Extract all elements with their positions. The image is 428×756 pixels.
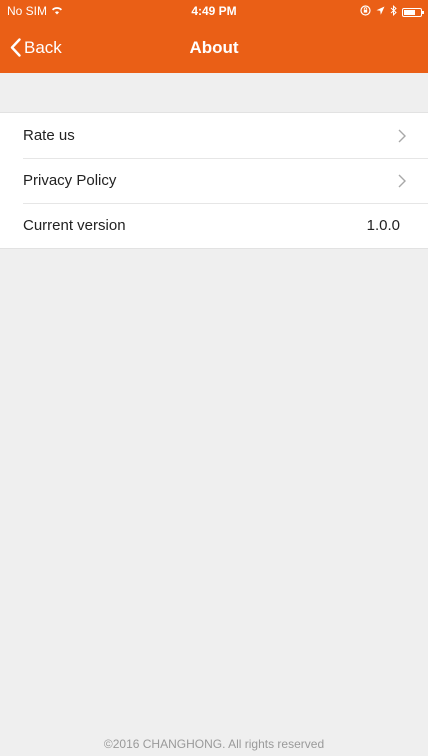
- page-title: About: [189, 38, 239, 57]
- current-version-label: Current version: [23, 217, 126, 234]
- nav-bar: Back About: [0, 22, 428, 73]
- privacy-policy-label: Privacy Policy: [23, 172, 117, 189]
- battery-icon: [402, 7, 424, 17]
- status-bar: No SIM 4:49 PM: [0, 0, 428, 22]
- rate-us-label: Rate us: [23, 127, 75, 144]
- rate-us-row[interactable]: Rate us: [0, 113, 428, 158]
- version-value: 1.0.0: [366, 217, 400, 234]
- location-icon: [376, 6, 385, 19]
- app-header: No SIM 4:49 PM Back About: [0, 0, 428, 73]
- settings-list: Rate us Privacy Policy Current version 1…: [0, 112, 428, 249]
- privacy-policy-row[interactable]: Privacy Policy: [0, 158, 428, 203]
- status-right: [360, 5, 424, 19]
- chevron-right-icon: [398, 129, 406, 143]
- copyright-footer: ©2016 CHANGHONG. All rights reserved: [103, 737, 325, 751]
- chevron-right-icon: [398, 174, 406, 188]
- current-version-row: Current version 1.0.0: [0, 203, 428, 248]
- lock-rotation-icon: [360, 5, 371, 19]
- bluetooth-icon: [390, 5, 397, 19]
